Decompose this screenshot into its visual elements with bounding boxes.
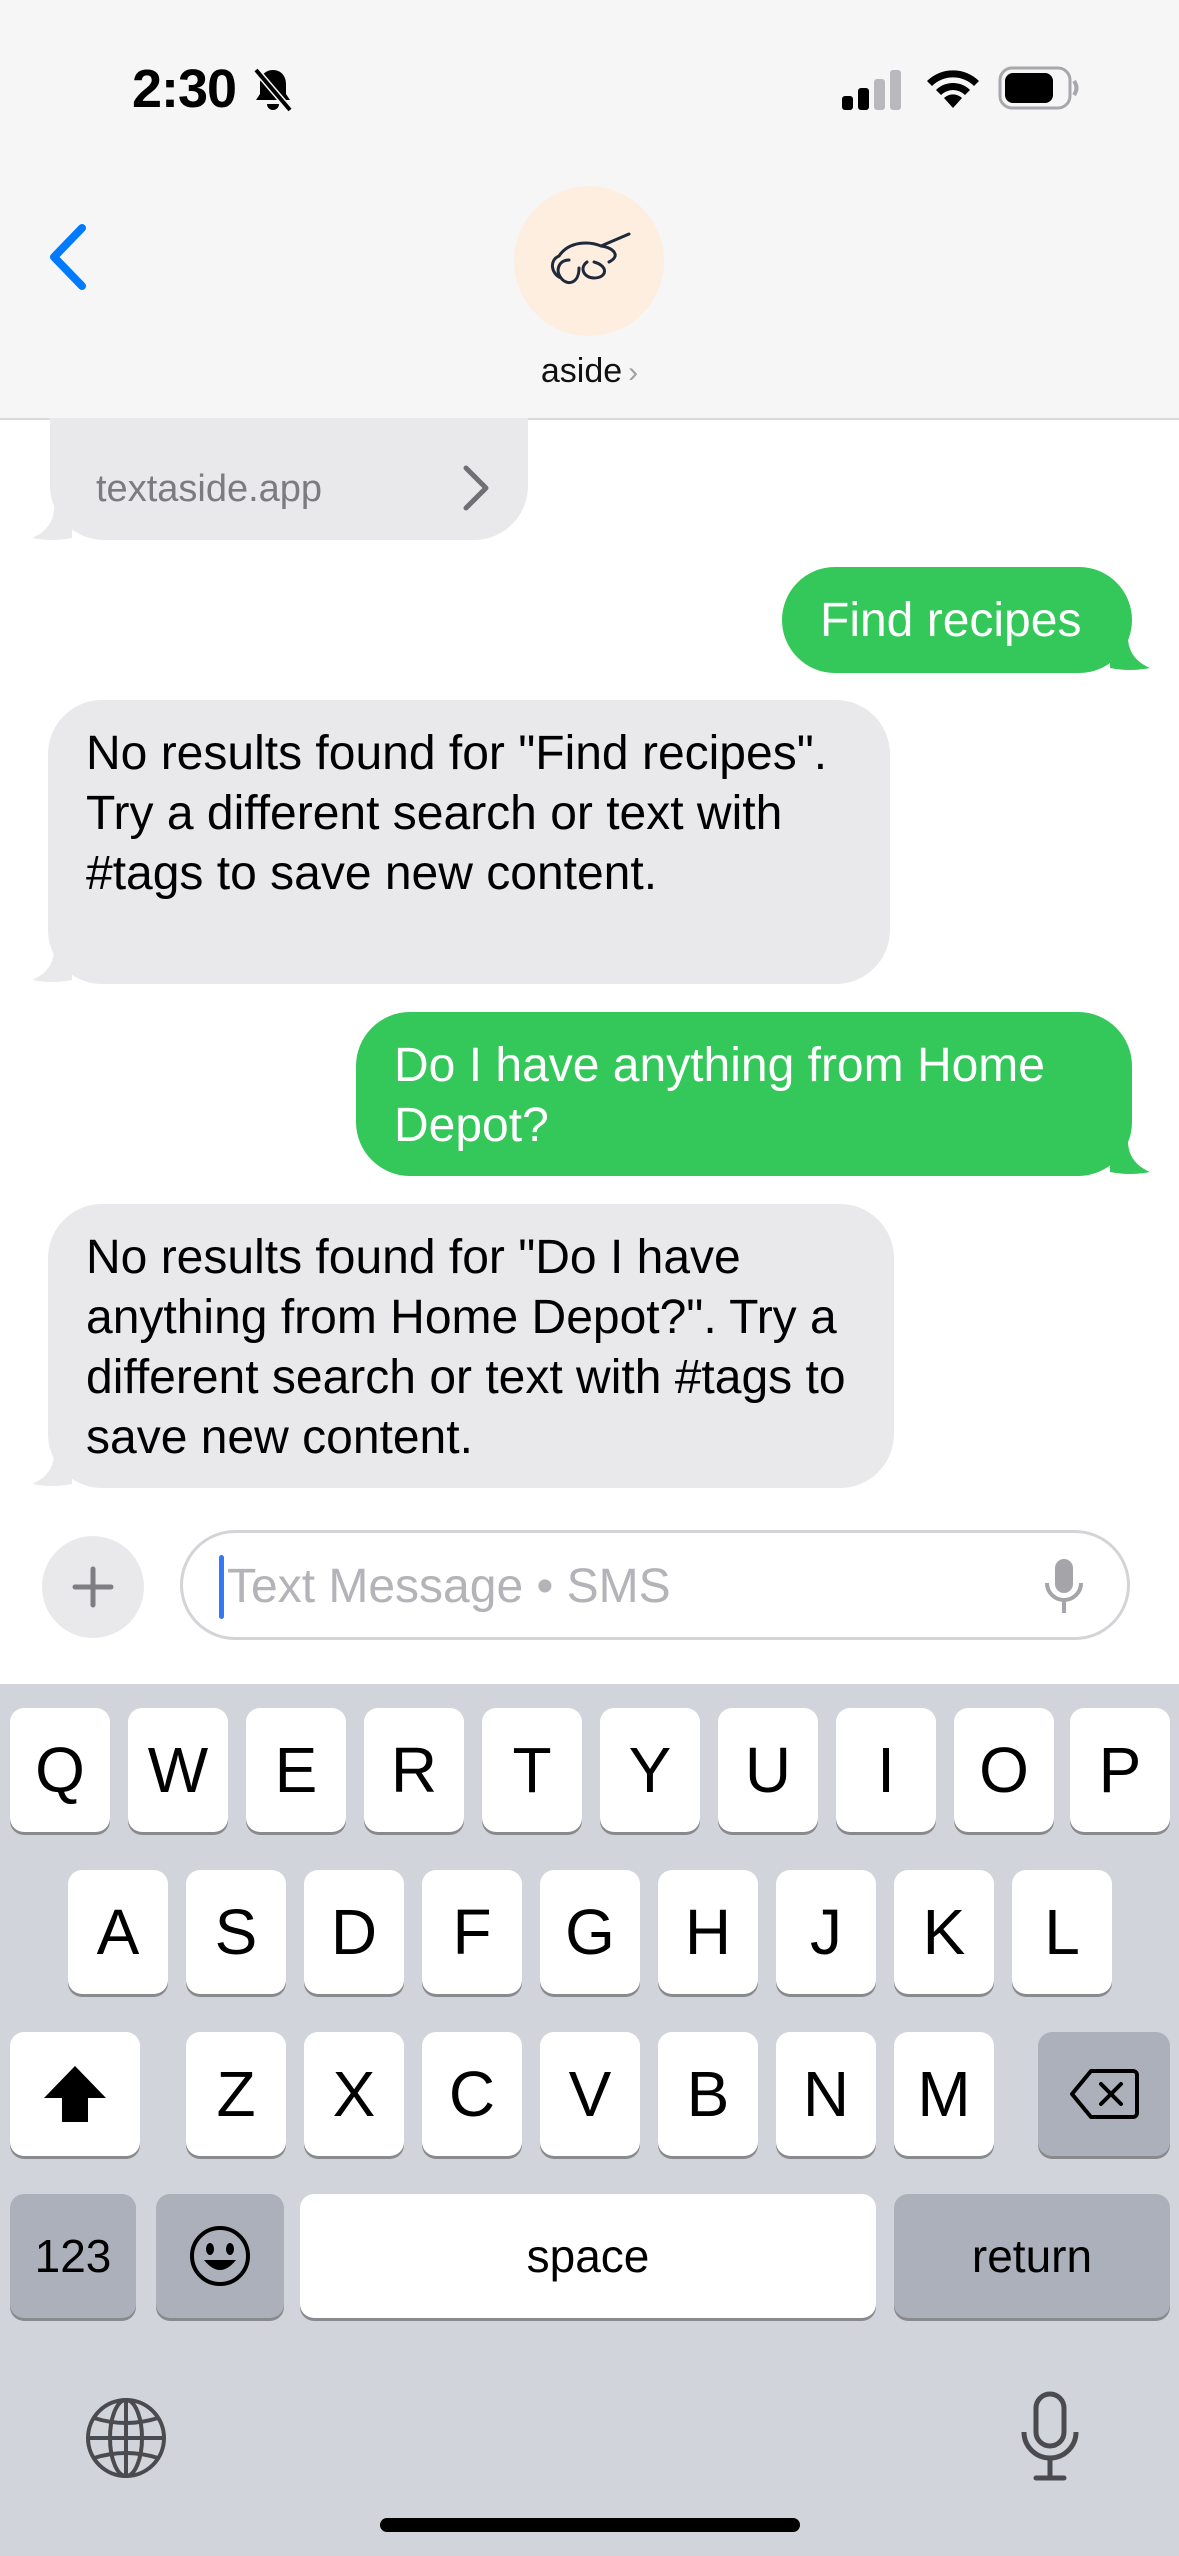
battery-icon xyxy=(998,66,1079,110)
keyboard-dictation-mic-icon[interactable] xyxy=(1018,2390,1082,2482)
key-b[interactable]: B xyxy=(658,2032,758,2156)
key-f[interactable]: F xyxy=(422,1870,522,1994)
outgoing-message-bubble[interactable]: Do I have anything from Home Depot? xyxy=(356,1012,1132,1176)
delete-key[interactable] xyxy=(1038,2032,1170,2156)
numbers-key[interactable]: 123 xyxy=(10,2194,136,2318)
key-o[interactable]: O xyxy=(954,1708,1054,1832)
message-text: Find recipes xyxy=(820,594,1082,647)
bubble-tail xyxy=(1110,632,1150,670)
key-y[interactable]: Y xyxy=(600,1708,700,1832)
shift-key[interactable] xyxy=(10,2032,140,2156)
return-key[interactable]: return xyxy=(894,2194,1170,2318)
key-p[interactable]: P xyxy=(1070,1708,1170,1832)
key-i[interactable]: I xyxy=(836,1708,936,1832)
dictation-mic-icon[interactable] xyxy=(1043,1557,1085,1617)
key-g[interactable]: G xyxy=(540,1870,640,1994)
key-e[interactable]: E xyxy=(246,1708,346,1832)
emoji-key[interactable] xyxy=(156,2194,284,2318)
message-text: Do I have anything from Home Depot? xyxy=(394,1039,1045,1152)
add-attachment-button[interactable] xyxy=(42,1536,144,1638)
cellular-signal-icon xyxy=(842,70,901,110)
key-x[interactable]: X xyxy=(304,2032,404,2156)
back-chevron-icon[interactable] xyxy=(44,222,94,292)
pointing-hand-icon xyxy=(551,232,631,285)
chevron-right-icon xyxy=(463,465,489,511)
bell-slash-icon xyxy=(253,67,293,113)
outgoing-message-bubble[interactable]: Find recipes xyxy=(782,567,1132,673)
wifi-icon xyxy=(927,70,979,108)
bubble-tail xyxy=(1110,1136,1150,1174)
key-j[interactable]: J xyxy=(776,1870,876,1994)
key-q[interactable]: Q xyxy=(10,1708,110,1832)
key-d[interactable]: D xyxy=(304,1870,404,1994)
key-w[interactable]: W xyxy=(128,1708,228,1832)
bubble-tail xyxy=(32,944,72,982)
key-u[interactable]: U xyxy=(718,1708,818,1832)
key-l[interactable]: L xyxy=(1012,1870,1112,1994)
key-z[interactable]: Z xyxy=(186,2032,286,2156)
globe-icon[interactable] xyxy=(84,2396,168,2480)
plus-icon xyxy=(72,1566,114,1608)
incoming-message-bubble[interactable]: No results found for "Do I have anything… xyxy=(48,1204,894,1488)
key-h[interactable]: H xyxy=(658,1870,758,1994)
home-indicator[interactable] xyxy=(380,2518,800,2532)
key-k[interactable]: K xyxy=(894,1870,994,1994)
keyboard: Q W E R T Y U I O P A S D F G H J K L Z … xyxy=(0,1684,1179,2556)
incoming-message-bubble[interactable]: No results found for "Find recipes". Try… xyxy=(48,700,890,984)
key-s[interactable]: S xyxy=(186,1870,286,1994)
chevron-right-icon: › xyxy=(628,356,639,389)
emoji-smiley-icon xyxy=(190,2226,250,2286)
text-cursor xyxy=(219,1555,224,1619)
key-r[interactable]: R xyxy=(364,1708,464,1832)
contact-avatar[interactable] xyxy=(514,186,664,336)
bubble-tail xyxy=(32,502,72,540)
shift-arrow-icon xyxy=(44,2066,106,2122)
contact-name: aside xyxy=(540,352,623,390)
key-t[interactable]: T xyxy=(482,1708,582,1832)
link-preview-card[interactable]: textaside.app xyxy=(50,418,528,540)
key-a[interactable]: A xyxy=(68,1870,168,1994)
conversation-header: 2:30 aside › xyxy=(0,0,1179,420)
key-v[interactable]: V xyxy=(540,2032,640,2156)
bubble-tail xyxy=(32,1448,72,1486)
message-input[interactable]: Text Message • SMS xyxy=(180,1530,1130,1640)
key-c[interactable]: C xyxy=(422,2032,522,2156)
link-preview-domain: textaside.app xyxy=(96,468,323,510)
key-n[interactable]: N xyxy=(776,2032,876,2156)
contact-name-button[interactable]: aside › xyxy=(0,352,1179,391)
message-input-placeholder: Text Message • SMS xyxy=(227,1560,671,1613)
backspace-icon xyxy=(1070,2069,1139,2119)
message-text: No results found for "Do I have anything… xyxy=(86,1231,846,1464)
status-time: 2:30 xyxy=(132,59,237,119)
space-key[interactable]: space xyxy=(300,2194,876,2318)
key-m[interactable]: M xyxy=(894,2032,994,2156)
message-text: No results found for "Find recipes". Try… xyxy=(86,727,828,900)
